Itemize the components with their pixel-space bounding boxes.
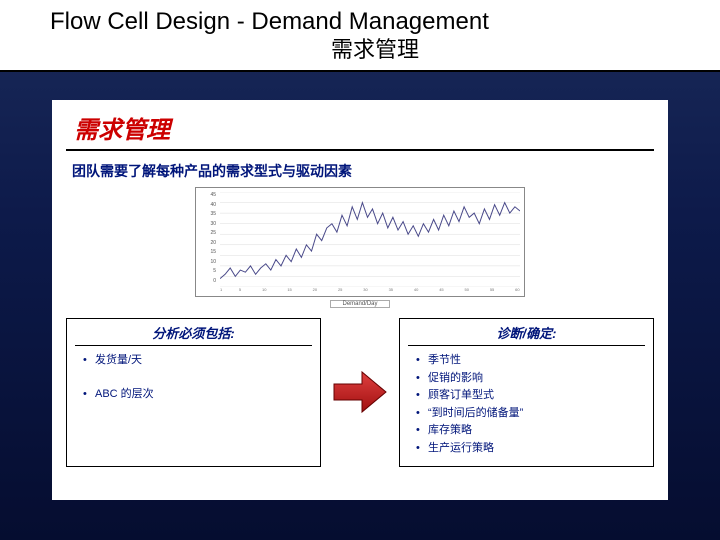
divider [66,149,654,151]
right-box-list: 季节性促销的影响顾客订单型式“到时间后的储备量”库存策略生产运行策略 [408,352,645,458]
chart-y-ticks: 454035302520151050 [198,192,216,284]
chart-legend: Demand/Day [330,300,390,308]
panel-subtitle: 团队需要了解每种产品的需求型式与驱动因素 [66,161,654,181]
list-item: 库存策略 [414,422,645,440]
list-item: 促销的影响 [414,370,645,388]
list-item: ABC 的层次 [81,386,312,404]
chart-x-ticks: 151015202530354045505560 [220,287,520,292]
arrow-icon [329,318,391,467]
left-box-header: 分析必须包括: [75,323,312,346]
chart-line [220,192,520,287]
analysis-boxes: 分析必须包括: 发货量/天 ABC 的层次 诊断/确定: 季节性促销的影响顾客订单… [66,318,654,467]
panel-heading: 需求管理 [66,110,654,145]
demand-chart: 454035302520151050 151015202530354045505… [195,187,525,308]
list-item: “到时间后的储备量” [414,405,645,423]
content-panel: 需求管理 团队需要了解每种产品的需求型式与驱动因素 45403530252015… [52,100,668,500]
list-item: 生产运行策略 [414,440,645,458]
left-box-list: 发货量/天 ABC 的层次 [75,352,312,403]
list-item: 发货量/天 [81,352,312,370]
right-box: 诊断/确定: 季节性促销的影响顾客订单型式“到时间后的储备量”库存策略生产运行策… [399,318,654,467]
title-chinese: 需求管理 [50,32,700,64]
title-bar: Flow Cell Design - Demand Management 需求管… [0,0,720,72]
right-box-header: 诊断/确定: [408,323,645,346]
list-item: 季节性 [414,352,645,370]
list-item: 顾客订单型式 [414,387,645,405]
left-box: 分析必须包括: 发货量/天 ABC 的层次 [66,318,321,467]
